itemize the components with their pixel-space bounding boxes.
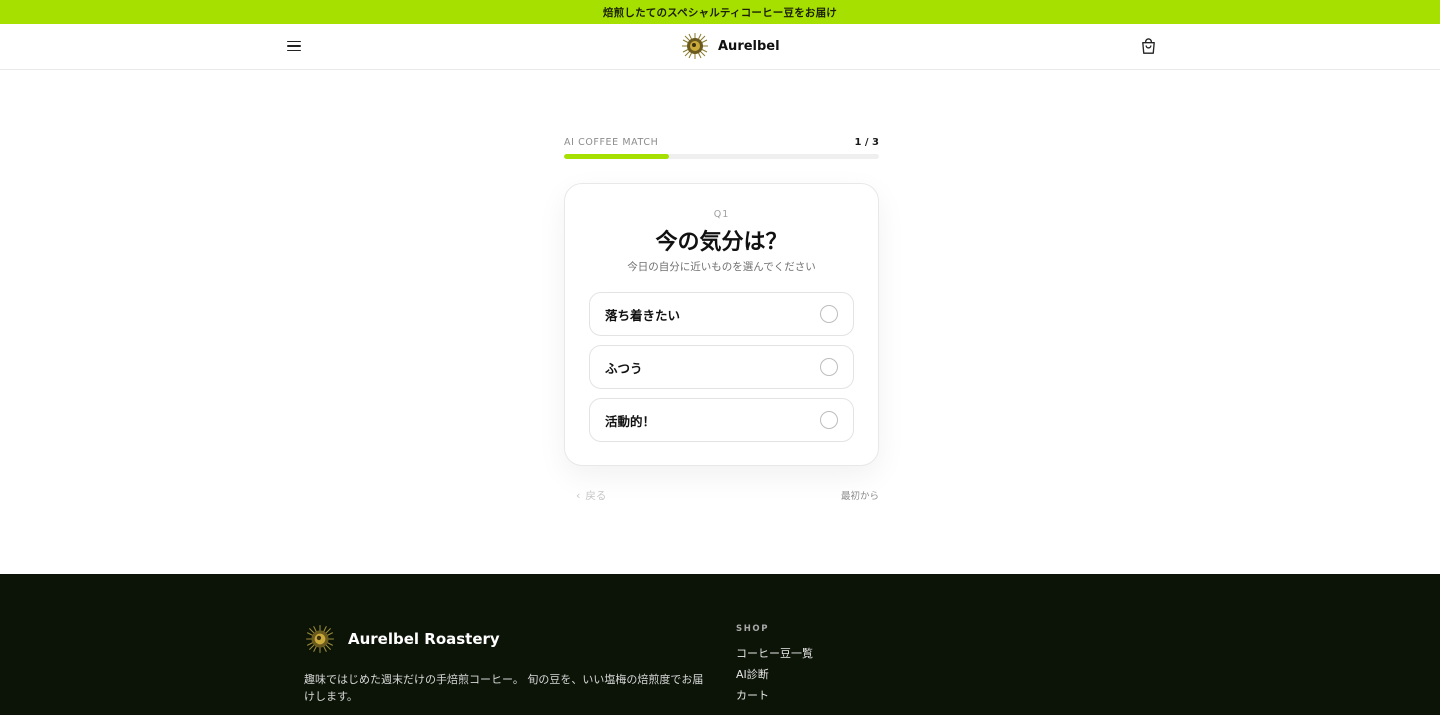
footer-shop-heading: SHOP [736,624,770,634]
cart-icon[interactable] [1139,37,1158,56]
brand-logo-icon [682,33,708,59]
footer-description: 趣味ではじめた週末だけの手焙煎コーヒー。 旬の豆を、いい塩梅の焙煎度でお届けしま… [304,673,704,703]
restart-button[interactable]: 最初から [841,488,879,502]
option-normal[interactable]: ふつう [589,345,854,389]
option-label: ふつう [605,360,643,376]
brand-link[interactable]: Aurelbel [680,31,780,61]
site-header: Aurelbel [0,24,1440,70]
footer-link-cart[interactable]: カート [736,688,813,709]
radio-icon[interactable] [820,411,838,429]
footer-brand-name: Aurelbel Roastery [348,630,500,648]
progress-fill [564,154,669,159]
question-number: Q1 [713,209,730,220]
quiz-navigation: ‹ 戻る 最初から [564,486,879,504]
back-button[interactable]: ‹ 戻る [564,488,606,503]
question-card: Q1 今の気分は？ 今日の自分に近いものを選んでください 落ち着きたい ふつう … [564,183,879,466]
chevron-left-icon: ‹ [576,488,581,502]
option-active[interactable]: 活動的！ [589,398,854,442]
footer-shop-links: コーヒー豆一覧 AI診断 カート [736,646,813,709]
brand-name: Aurelbel [718,38,780,54]
radio-icon[interactable] [820,358,838,376]
question-title: 今の気分は？ [655,230,788,255]
site-footer: Aurelbel Roastery 趣味ではじめた週末だけの手焙煎コーヒー。 旬… [0,574,1440,715]
menu-icon[interactable] [284,36,304,56]
footer-link-beans[interactable]: コーヒー豆一覧 [736,646,813,667]
option-calm[interactable]: 落ち着きたい [589,292,854,336]
announcement-bar: 焙煎したてのスペシャルティコーヒー豆をお届け [0,0,1440,24]
back-label: 戻る [585,489,607,502]
quiz-progress: AI COFFEE MATCH 1 / 3 [564,132,879,159]
footer-logo-icon [306,625,334,653]
announcement-text: 焙煎したてのスペシャルティコーヒー豆をお届け [602,6,838,19]
step-counter: 1 / 3 [854,136,879,148]
footer-link-ai-diagnosis[interactable]: AI診断 [736,667,813,688]
quiz-title: AI COFFEE MATCH [564,136,659,148]
radio-icon[interactable] [820,305,838,323]
footer-brand[interactable]: Aurelbel Roastery [304,624,500,654]
progress-track [564,154,879,159]
option-label: 落ち着きたい [605,307,681,323]
question-subtitle: 今日の自分に近いものを選んでください [627,261,816,273]
option-label: 活動的！ [605,413,656,429]
